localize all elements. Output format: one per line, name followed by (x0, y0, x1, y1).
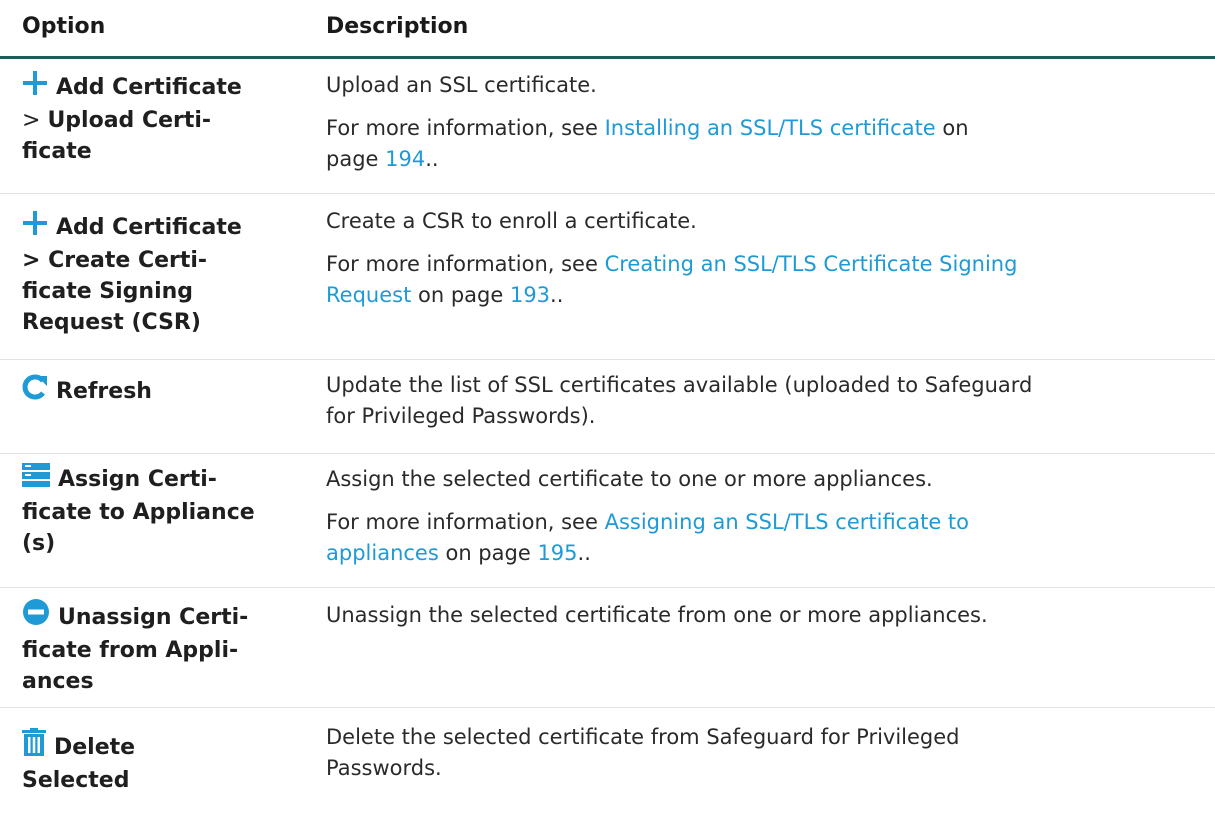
trash-icon[interactable] (22, 728, 46, 765)
description-cell: Create a CSR to enroll a certificate. Fo… (326, 206, 1196, 311)
link-assigning-ssl-cont[interactable]: appliances (326, 541, 439, 565)
table-row: Unassign Certi- ficate from Appli- ances… (0, 588, 1215, 708)
description-cell: Delete the selected certificate from Saf… (326, 722, 1196, 784)
table-row: Refresh Update the list of SSL certifica… (0, 360, 1215, 454)
option-label: ficate from Appli- (22, 638, 239, 663)
header-rule (0, 56, 1215, 59)
link-creating-csr-cont[interactable]: Request (326, 283, 411, 307)
plus-icon[interactable] (22, 210, 48, 245)
description-cell: Assign the selected certificate to one o… (326, 464, 1196, 569)
option-label: Delete (54, 735, 136, 760)
option-cell: Add Certificate > Create Certi- ficate S… (22, 210, 312, 338)
header-option: Option (22, 14, 106, 39)
description-cell: Upload an SSL certificate. For more info… (326, 70, 1196, 175)
description-text: Upload an SSL certificate. (326, 73, 597, 97)
option-label: Refresh (56, 379, 152, 404)
more-info-mid: on (935, 116, 969, 140)
description-text: Delete the selected certificate from Saf… (326, 722, 1196, 784)
page-link[interactable]: 194 (385, 147, 425, 171)
option-label: > Create Certi- (22, 248, 208, 273)
description-line: for Privileged Passwords). (326, 404, 596, 428)
option-label: Selected (22, 768, 130, 793)
option-separator: > (22, 108, 48, 133)
option-label: ficate to Appliance (22, 500, 255, 525)
option-label: Upload Certi- (47, 108, 212, 133)
more-info-mid: on page (438, 541, 538, 565)
minus-circle-icon[interactable] (22, 598, 50, 635)
description-line: Passwords. (326, 756, 442, 780)
more-info-suffix: .. (425, 147, 439, 171)
option-cell: Add Certificate > Upload Certi- ficate (22, 70, 312, 167)
more-info-suffix: .. (550, 283, 564, 307)
link-installing-ssl[interactable]: Installing an SSL/TLS certificate (605, 116, 936, 140)
option-label: ficate (22, 139, 92, 164)
link-assigning-ssl[interactable]: Assigning an SSL/TLS certificate to (605, 510, 969, 534)
link-creating-csr[interactable]: Creating an SSL/TLS Certificate Signing (605, 252, 1018, 276)
option-label: Add Certificate (56, 75, 242, 100)
more-info-text: For more information, see Installing an … (326, 113, 1196, 175)
table-header: Option Description (0, 0, 1215, 60)
option-label: (s) (22, 531, 56, 556)
more-info-prefix: For more information, see (326, 116, 605, 140)
page-link[interactable]: 195 (537, 541, 577, 565)
table-row: Add Certificate > Create Certi- ficate S… (0, 194, 1215, 360)
refresh-icon[interactable] (22, 374, 48, 409)
description-text: Unassign the selected certificate from o… (326, 603, 988, 627)
description-line: Delete the selected certificate from Saf… (326, 725, 960, 749)
table-row: Delete Selected Delete the selected cert… (0, 708, 1215, 823)
plus-icon[interactable] (22, 70, 48, 105)
table-row: Assign Certi- ficate to Appliance (s) As… (0, 454, 1215, 588)
description-line: Update the list of SSL certificates avai… (326, 373, 1033, 397)
option-cell: Delete Selected (22, 728, 312, 796)
table-row: Add Certificate > Upload Certi- ficate U… (0, 60, 1215, 194)
more-info-suffix: .. (577, 541, 591, 565)
description-text: Create a CSR to enroll a certificate. (326, 209, 697, 233)
option-cell: Refresh (22, 374, 312, 409)
page-link[interactable]: 193 (510, 283, 550, 307)
more-info-prefix: For more information, see (326, 252, 605, 276)
server-icon[interactable] (22, 462, 50, 497)
more-info-prefix: For more information, see (326, 510, 605, 534)
more-info-text: For more information, see Assigning an S… (326, 507, 1196, 569)
option-label: Assign Certi- (58, 467, 217, 492)
option-cell: Assign Certi- ficate to Appliance (s) (22, 462, 312, 559)
option-label: Add Certificate (56, 215, 242, 240)
description-cell: Unassign the selected certificate from o… (326, 600, 1196, 631)
description-text: Assign the selected certificate to one o… (326, 467, 933, 491)
option-label: Request (CSR) (22, 310, 201, 335)
option-label: ficate Signing (22, 279, 194, 304)
page-prefix: page (326, 147, 386, 171)
description-text: Update the list of SSL certificates avai… (326, 370, 1196, 432)
description-cell: Update the list of SSL certificates avai… (326, 370, 1196, 432)
more-info-mid: on page (411, 283, 510, 307)
option-label: ances (22, 669, 94, 694)
more-info-text: For more information, see Creating an SS… (326, 249, 1196, 311)
option-cell: Unassign Certi- ficate from Appli- ances (22, 598, 312, 697)
header-description: Description (326, 14, 469, 39)
option-label: Unassign Certi- (58, 605, 249, 630)
